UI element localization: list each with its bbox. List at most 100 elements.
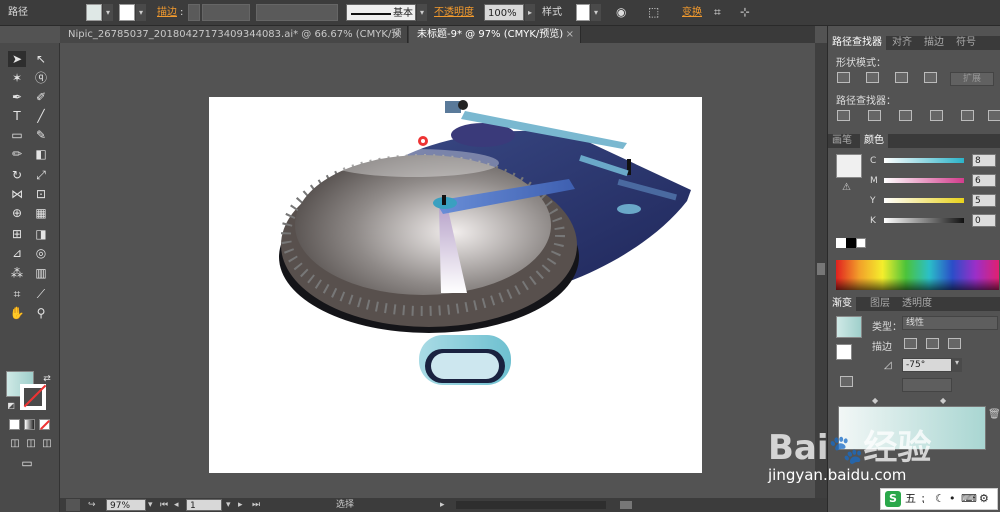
column-graph-tool-icon[interactable]: ▥ [32, 265, 50, 281]
color-panel-fill-swatch[interactable] [836, 154, 862, 178]
scale-tool-icon[interactable]: ⤢ [32, 167, 50, 183]
opacity-dropdown-arrow[interactable]: ▸ [525, 4, 535, 21]
next-artboard-icon[interactable]: ▸ [238, 499, 243, 511]
yellow-bar[interactable] [884, 198, 964, 203]
close-icon[interactable]: × [566, 26, 574, 43]
pen-tool-icon[interactable]: ✒ [8, 89, 26, 105]
transform-link[interactable]: 变换 [682, 4, 702, 21]
stroke-dropdown-arrow[interactable]: ▾ [136, 4, 146, 21]
tab-pathfinder[interactable]: 路径查找器 [828, 36, 886, 50]
options-menu-icon[interactable]: ⊹ [740, 4, 750, 21]
isolate-icon[interactable]: ⌗ [714, 4, 721, 21]
rotate-tool-icon[interactable]: ↻ [8, 167, 26, 183]
color-mode-icon[interactable] [9, 419, 20, 430]
status-menu-arrow[interactable]: ▸ [440, 499, 445, 511]
cyan-slider[interactable]: C 8 [868, 154, 1000, 168]
gpu-preview-icon[interactable] [66, 499, 80, 511]
artboard-dropdown-arrow[interactable]: ▾ [226, 499, 231, 511]
close-icon[interactable]: × [393, 26, 401, 43]
tab-align[interactable]: 对齐 [888, 36, 916, 50]
gradient-tool-icon[interactable]: ◨ [32, 226, 50, 242]
black-slider[interactable]: K 0 [868, 214, 1000, 228]
opacity-label[interactable]: 不透明度 [434, 4, 474, 21]
artboard-tool-icon[interactable]: ⌗ [8, 286, 26, 302]
midpoint-marker[interactable]: ◆ [872, 396, 878, 405]
aspect-ratio-input[interactable] [902, 378, 952, 392]
magenta-slider[interactable]: M 6 [868, 174, 1000, 188]
swap-fill-stroke-icon[interactable]: ⇄ [38, 371, 56, 387]
zoom-dropdown-arrow[interactable]: ▾ [148, 499, 153, 511]
unite-icon[interactable] [837, 72, 850, 83]
curvature-tool-icon[interactable]: ✐ [32, 89, 50, 105]
outline-icon[interactable] [961, 110, 974, 121]
stroke-across-icon[interactable] [948, 338, 961, 349]
divide-icon[interactable] [837, 110, 850, 121]
gradient-slider[interactable] [838, 406, 986, 450]
paintbrush-tool-icon[interactable]: ✎ [32, 127, 50, 143]
tab-gradient[interactable]: 渐变 [828, 297, 856, 311]
artboard-number[interactable]: 1 [186, 499, 222, 511]
minus-back-icon[interactable] [988, 110, 1000, 121]
ime-toolbar[interactable]: S 五 ⁏ ☾ • ⌨ ⚙ [880, 488, 998, 510]
tab-stroke[interactable]: 描边 [920, 36, 948, 50]
gradient-type-select[interactable]: 线性 [902, 316, 998, 330]
expand-button[interactable]: 扩展 [950, 72, 994, 86]
slice-tool-icon[interactable]: ⟋ [32, 286, 50, 302]
selection-tool-icon[interactable]: ➤ [8, 51, 26, 67]
turntable-artwork[interactable] [209, 97, 702, 473]
fill-swatch[interactable] [86, 4, 102, 21]
style-swatch[interactable] [576, 4, 590, 21]
blend-tool-icon[interactable]: ◎ [32, 245, 50, 261]
export-icon[interactable]: ↪ [88, 499, 96, 511]
recolor-artwork-icon[interactable]: ◉ [616, 4, 626, 21]
scrollbar-thumb[interactable] [817, 263, 825, 275]
tab-color[interactable]: 颜色 [860, 134, 888, 148]
stroke-weight-input[interactable] [202, 4, 250, 21]
out-of-gamut-icon[interactable]: ⚠ [842, 182, 851, 193]
perspective-grid-tool-icon[interactable]: ▦ [32, 205, 50, 221]
shape-builder-tool-icon[interactable]: ⊕ [8, 205, 26, 221]
white-swatch[interactable] [856, 238, 866, 248]
yellow-slider[interactable]: Y 5 [868, 194, 1000, 208]
tab-transparency[interactable]: 透明度 [898, 297, 936, 311]
ime-dot-icon[interactable]: • [949, 489, 956, 509]
stroke-weight-stepper[interactable] [188, 4, 200, 21]
artboard[interactable] [209, 97, 702, 473]
gradient-mode-icon[interactable] [24, 419, 35, 430]
black-swatch[interactable] [846, 238, 856, 248]
free-transform-tool-icon[interactable]: ⊡ [32, 186, 50, 202]
stroke-swatch[interactable] [119, 4, 135, 21]
none-mode-icon[interactable] [39, 419, 50, 430]
vertical-scrollbar[interactable] [815, 43, 827, 498]
line-tool-icon[interactable]: ╱ [32, 108, 50, 124]
hand-tool-icon[interactable]: ✋ [8, 305, 26, 321]
merge-icon[interactable] [899, 110, 912, 121]
midpoint-marker[interactable]: ◆ [940, 396, 946, 405]
ime-keyboard-icon[interactable]: ⌨ [961, 489, 977, 509]
mesh-tool-icon[interactable]: ⊞ [8, 226, 26, 242]
default-colors-icon[interactable]: ◩ [2, 398, 20, 414]
gradient-stroke-swatch[interactable] [836, 344, 852, 360]
delete-stop-icon[interactable]: 🗑 [988, 409, 1000, 420]
ime-mode-label[interactable]: 五 [905, 489, 916, 509]
black-value[interactable]: 0 [972, 214, 996, 227]
rectangle-tool-icon[interactable]: ▭ [8, 127, 26, 143]
pencil-tool-icon[interactable]: ✏ [8, 146, 26, 162]
last-artboard-icon[interactable]: ⏭ [252, 499, 260, 511]
gradient-swatch[interactable] [836, 316, 862, 338]
exclude-icon[interactable] [924, 72, 937, 83]
screen-mode-icon[interactable]: ▭ [18, 455, 36, 471]
stroke-within-icon[interactable] [904, 338, 917, 349]
yellow-value[interactable]: 5 [972, 194, 996, 207]
stroke-color-box[interactable] [20, 384, 46, 410]
brush-dropdown-arrow[interactable]: ▾ [417, 4, 427, 21]
ime-settings-icon[interactable]: ⚙ [979, 489, 989, 509]
gradient-angle-input[interactable]: -75° [902, 358, 952, 372]
intersect-icon[interactable] [895, 72, 908, 83]
variable-width-profile[interactable] [256, 4, 338, 21]
cyan-bar[interactable] [884, 158, 964, 163]
minus-front-icon[interactable] [866, 72, 879, 83]
opacity-input[interactable]: 100% [484, 4, 524, 21]
draw-inside-icon[interactable]: ◫ [38, 436, 56, 452]
width-tool-icon[interactable]: ⋈ [8, 186, 26, 202]
